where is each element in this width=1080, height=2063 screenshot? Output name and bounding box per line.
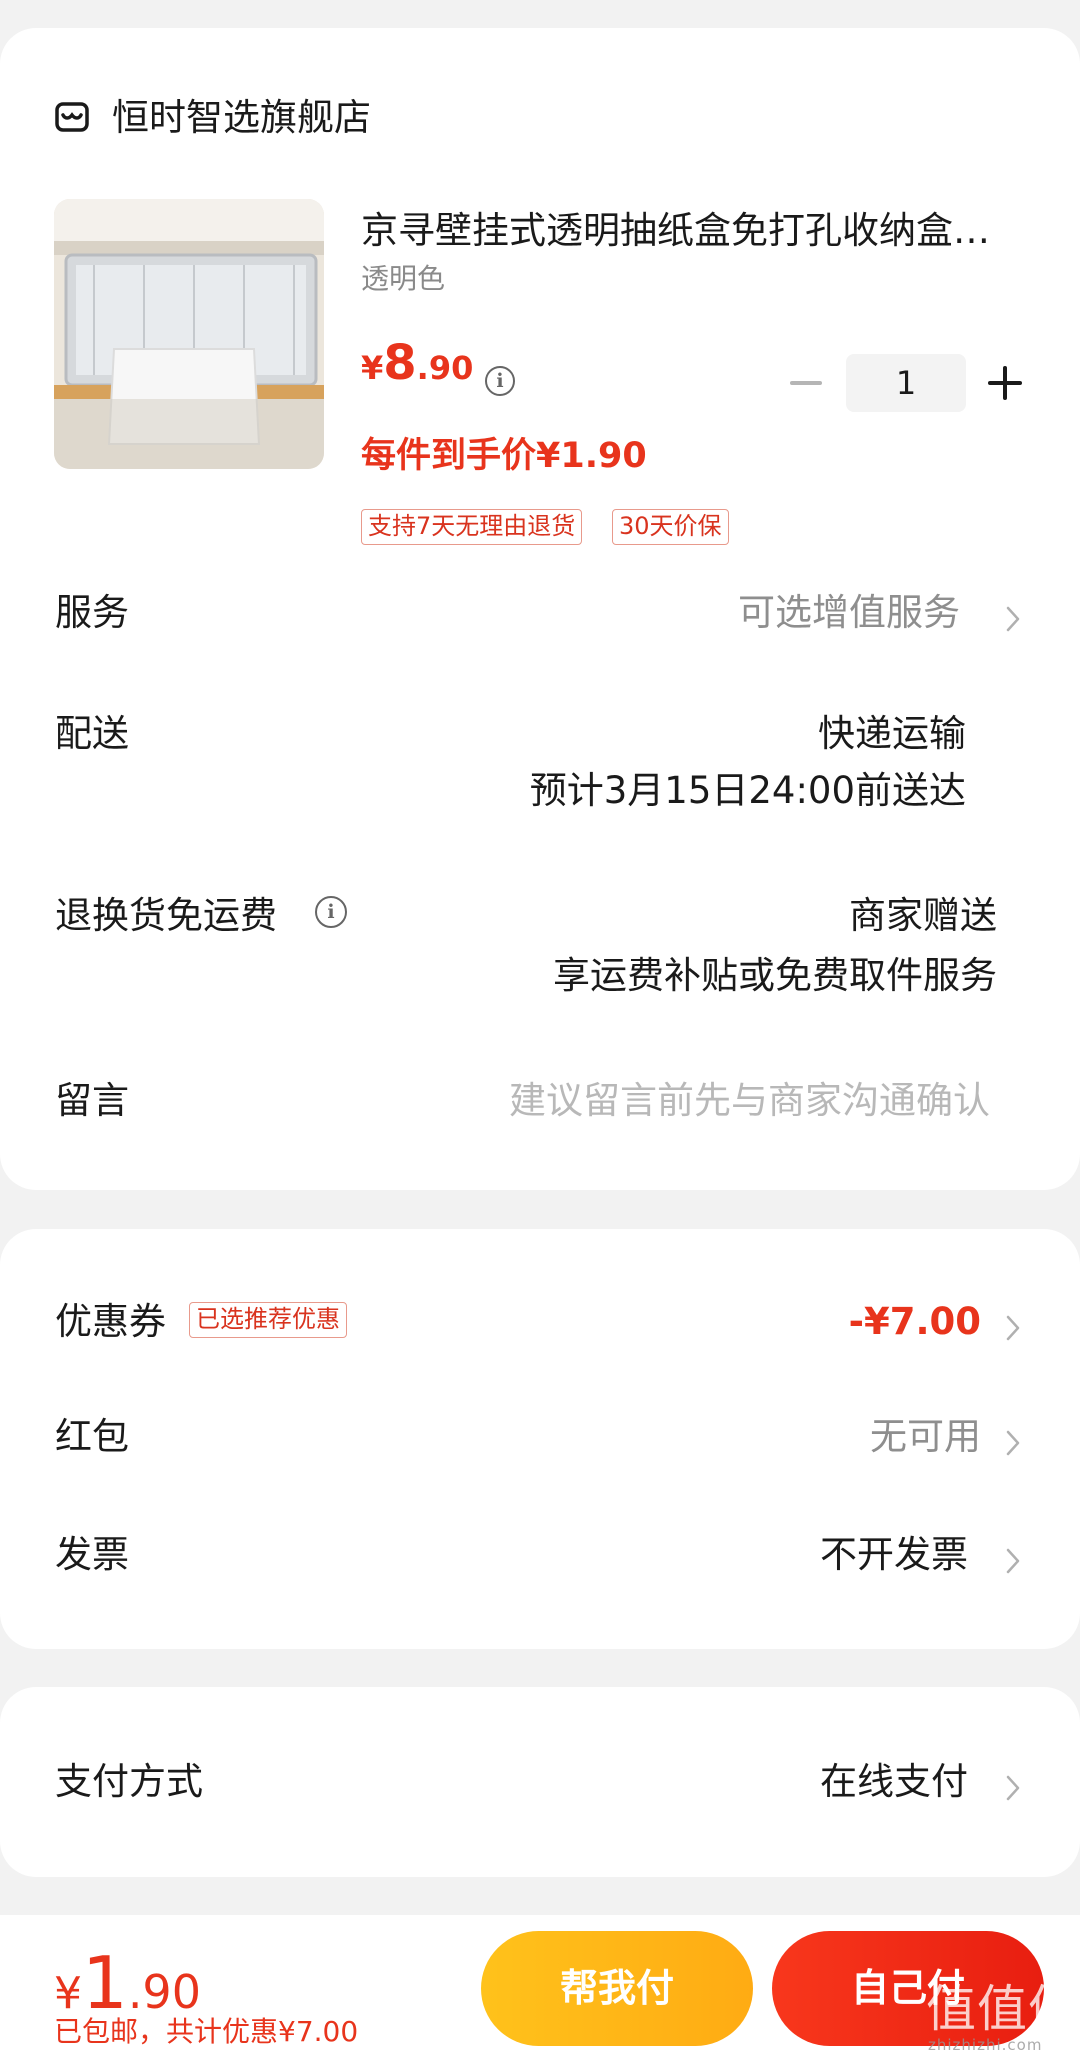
red-packet-label: 红包 <box>55 1415 129 1458</box>
chevron-right-icon[interactable] <box>1006 1548 1020 1574</box>
product-price: ¥8.90 <box>361 333 473 404</box>
service-label: 服务 <box>55 591 129 634</box>
chevron-right-icon[interactable] <box>1006 1315 1020 1341</box>
watermark-url: zhizhizhi.com <box>928 2036 1043 2054</box>
delivery-eta: 预计3月15日24:00前送达 <box>529 769 966 812</box>
delivery-method[interactable]: 快递运输 <box>818 711 966 757</box>
store-name[interactable]: 恒时智选旗舰店 <box>112 96 371 140</box>
service-value[interactable]: 可选增值服务 <box>738 590 960 636</box>
quantity-decrease-button[interactable] <box>790 363 822 403</box>
coupon-value[interactable]: -¥7.00 <box>849 1299 981 1345</box>
return-shipping-info-icon[interactable]: i <box>315 896 347 928</box>
product-variant[interactable]: 透明色 <box>361 261 445 297</box>
product-image[interactable] <box>54 199 324 469</box>
coupon-badge: 已选推荐优惠 <box>189 1302 347 1338</box>
product-card: 恒时智选旗舰店 京寻壁挂式透明抽纸盒免打孔收纳盒… 透明色 ¥8.90 i 每件… <box>0 28 1080 1190</box>
coupon-label: 优惠券 <box>55 1300 166 1343</box>
tag-7day-return: 支持7天无理由退货 <box>361 509 583 545</box>
price-info-icon[interactable]: i <box>485 366 515 396</box>
discount-card: 优惠券 已选推荐优惠 -¥7.00 红包 无可用 发票 不开发票 <box>0 1229 1080 1649</box>
price-decimal: .90 <box>416 349 474 387</box>
help-pay-button[interactable]: 帮我付 <box>481 1931 753 2046</box>
price-currency: ¥ <box>361 349 384 387</box>
store-icon <box>55 102 89 132</box>
payment-method-value[interactable]: 在线支付 <box>820 1759 968 1805</box>
total-decimal: .90 <box>127 1965 201 2019</box>
total-summary: 已包邮，共计优惠¥7.00 <box>54 2015 359 2048</box>
invoice-value[interactable]: 不开发票 <box>820 1532 968 1578</box>
quantity-input[interactable]: 1 <box>846 354 966 412</box>
message-input[interactable]: 建议留言前先与商家沟通确认 <box>509 1078 990 1124</box>
total-currency: ¥ <box>54 1968 82 2019</box>
chevron-right-icon[interactable] <box>1006 1775 1020 1801</box>
red-packet-value[interactable]: 无可用 <box>870 1414 981 1460</box>
chevron-right-icon[interactable] <box>1006 606 1020 632</box>
return-shipping-provider: 商家赠送 <box>849 894 997 937</box>
tag-price-protection: 30天价保 <box>612 509 729 545</box>
payment-method-card: 支付方式 在线支付 <box>0 1687 1080 1877</box>
payment-method-label: 支付方式 <box>55 1760 203 1803</box>
total-integer: 1 <box>82 1941 128 2025</box>
price-integer: 8 <box>383 335 417 391</box>
return-shipping-label: 退换货免运费 <box>55 894 277 937</box>
return-shipping-detail: 享运费补贴或免费取件服务 <box>553 954 997 997</box>
invoice-label: 发票 <box>55 1533 129 1576</box>
delivery-label: 配送 <box>55 712 129 755</box>
quantity-increase-button[interactable] <box>988 363 1022 403</box>
message-label: 留言 <box>55 1079 129 1122</box>
chevron-right-icon[interactable] <box>1006 1430 1020 1456</box>
product-title[interactable]: 京寻壁挂式透明抽纸盒免打孔收纳盒… <box>361 208 1026 254</box>
watermark-logo: 值值值 <box>926 1980 1079 2038</box>
final-unit-price: 每件到手价¥1.90 <box>361 436 647 476</box>
